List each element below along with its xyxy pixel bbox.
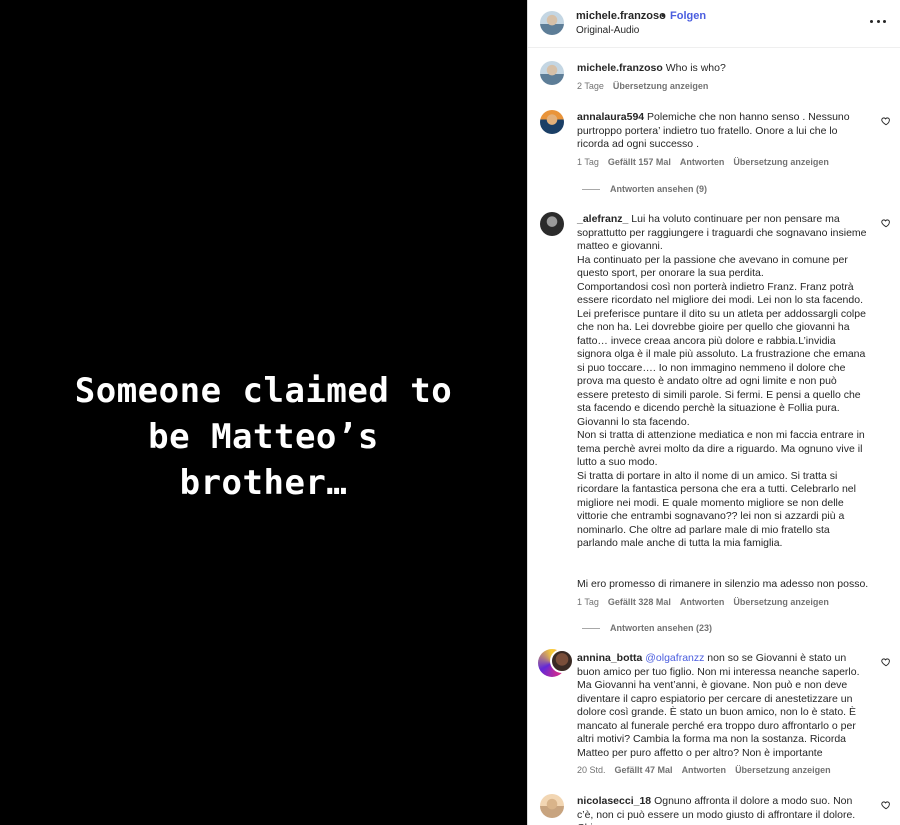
post-header: michele.franzoso • Folgen Original-Audio (528, 0, 900, 48)
video-caption: Someone claimed to be Matteo’s brother… (74, 370, 453, 503)
caption-time: 2 Tage (577, 81, 604, 91)
comment-username[interactable]: annina_botta (577, 652, 642, 664)
comment-text: Lui ha voluto continuare per non pensare… (577, 213, 869, 590)
caption-username[interactable]: michele.franzoso (577, 62, 663, 74)
comment-likes[interactable]: Gefällt 47 Mal (615, 765, 673, 775)
story-ring[interactable] (538, 649, 574, 677)
author-avatar[interactable] (540, 11, 564, 35)
view-replies-button[interactable]: Antworten ansehen (23) (582, 623, 712, 633)
reply-button[interactable]: Antworten (680, 597, 725, 607)
translate-link[interactable]: Übersetzung anzeigen (735, 765, 831, 775)
comment-username[interactable]: _alefranz_ (577, 213, 628, 225)
translate-link[interactable]: Übersetzung anzeigen (733, 597, 829, 607)
heart-outline-icon[interactable] (881, 116, 891, 126)
reel-video[interactable]: Someone claimed to be Matteo’s brother… (0, 0, 527, 825)
comment-mention[interactable]: @olgafranzz (645, 652, 704, 664)
heart-outline-icon[interactable] (881, 218, 891, 228)
translate-link[interactable]: Übersetzung anzeigen (733, 157, 829, 167)
caption-text: Who is who? (665, 62, 726, 74)
comment-time: 20 Std. (577, 765, 606, 775)
comment-text: non so se Giovanni è stato un buon amico… (577, 652, 860, 759)
follow-button[interactable]: Folgen (670, 10, 706, 22)
comments-panel: michele.franzoso • Folgen Original-Audio… (527, 0, 900, 825)
author-avatar[interactable] (540, 61, 564, 85)
comment-meta: 20 Std. Gefällt 47 Mal Antworten Übersetzun… (577, 765, 840, 775)
comment-meta: 1 Tag Gefällt 328 Mal Antworten Übersetzung… (577, 597, 838, 607)
translate-link[interactable]: Übersetzung anzeigen (613, 81, 709, 91)
comment-likes[interactable]: Gefällt 328 Mal (608, 597, 671, 607)
reply-button[interactable]: Antworten (680, 157, 725, 167)
commenter-avatar[interactable] (540, 212, 564, 236)
comment-likes[interactable]: Gefällt 157 Mal (608, 157, 671, 167)
audio-label[interactable]: Original-Audio (576, 25, 639, 36)
commenter-avatar (550, 649, 574, 673)
heart-outline-icon[interactable] (881, 800, 891, 810)
view-replies-label: Antworten ansehen (23) (610, 623, 713, 633)
comment-meta: 1 Tag Gefällt 157 Mal Antworten Übersetzung… (577, 157, 838, 167)
caption-meta: 2 Tage Übersetzung anzeigen (577, 81, 717, 91)
reply-button[interactable]: Antworten (682, 765, 727, 775)
comment-time: 1 Tag (577, 157, 599, 167)
commenter-avatar[interactable] (540, 110, 564, 134)
commenter-avatar[interactable] (540, 794, 564, 818)
view-replies-button[interactable]: Antworten ansehen (9) (582, 184, 707, 194)
replies-divider (582, 188, 600, 190)
more-horizontal-icon[interactable] (870, 14, 886, 28)
author-username[interactable]: michele.franzoso (576, 10, 666, 22)
header-separator: • (661, 10, 665, 22)
view-replies-label: Antworten ansehen (9) (610, 184, 708, 194)
comment-time: 1 Tag (577, 597, 599, 607)
heart-outline-icon[interactable] (881, 657, 891, 667)
comment-username[interactable]: annalaura594 (577, 111, 644, 123)
replies-divider (582, 627, 600, 629)
comment-username[interactable]: nicolasecci_18 (577, 795, 651, 807)
